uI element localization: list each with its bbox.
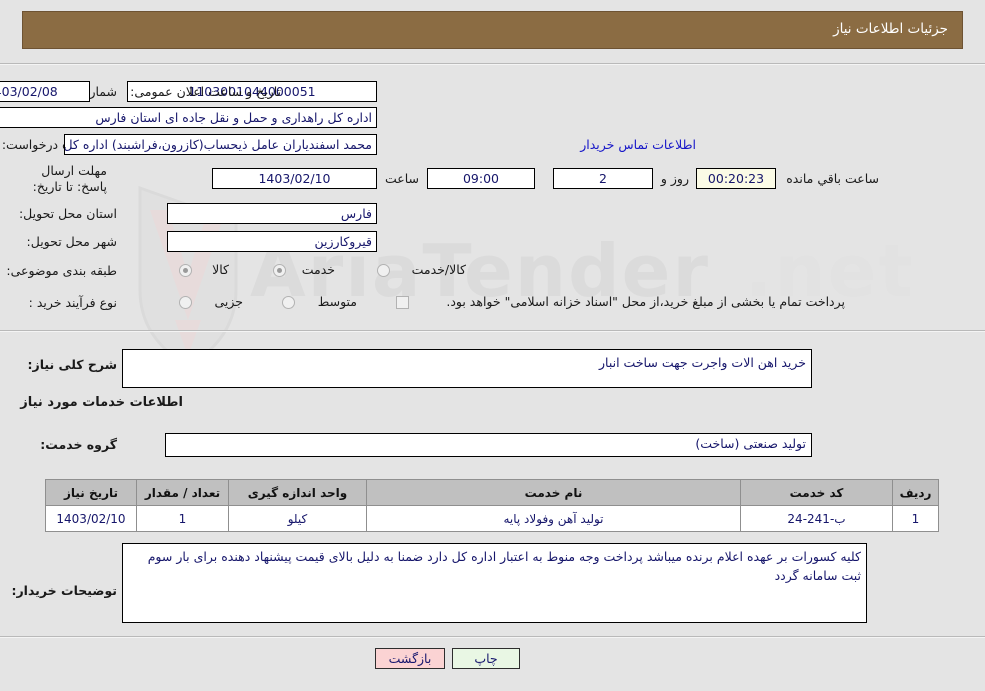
public-announce-label: تاریخ و ساعت اعلان عمومی: xyxy=(130,84,281,99)
services-section-title: اطلاعات خدمات مورد نیاز xyxy=(20,395,183,410)
table-header-row: ردیف کد خدمت نام خدمت واحد اندازه گیری ت… xyxy=(45,479,939,506)
deadline-label: مهلت ارسال پاسخ: تا تاریخ: xyxy=(32,163,107,194)
table-header-code: کد خدمت xyxy=(740,479,893,506)
print-button[interactable]: چاپ xyxy=(452,648,520,669)
category-label: طبقه بندی موضوعی: xyxy=(6,263,117,278)
table-header-name: نام خدمت xyxy=(366,479,741,506)
page-header-bar: جزئیات اطلاعات نیاز xyxy=(22,11,963,49)
radio-category-kala-label: کالا xyxy=(212,262,229,277)
overall-need-textarea[interactable]: خرید اهن الات واجرت جهت ساخت انبار xyxy=(122,349,812,388)
cell-need-date: 1403/02/10 xyxy=(45,505,137,532)
radio-category-khedmat-label: خدمت xyxy=(301,262,335,277)
page-root: AriaTender .net جزئیات اطلاعات نیاز شمار… xyxy=(0,0,985,691)
table-row: 1 ب-241-24 تولید آهن وفولاد پایه کیلو 1 … xyxy=(45,505,939,532)
divider-middle xyxy=(0,330,985,332)
radio-category-kala[interactable] xyxy=(179,264,192,277)
process-label: نوع فرآیند خرید : xyxy=(28,295,117,310)
table-header-unit: واحد اندازه گیری xyxy=(228,479,367,506)
creator-field[interactable]: محمد اسفندیاران عامل ذیحساب(کازرون،فراشب… xyxy=(64,134,377,155)
remaining-hours-label: ساعت باقي مانده xyxy=(786,171,879,186)
services-table: ردیف کد خدمت نام خدمت واحد اندازه گیری ت… xyxy=(45,479,939,532)
remaining-days-field[interactable]: 2 xyxy=(553,168,653,189)
cell-qty: 1 xyxy=(136,505,229,532)
public-announce-field[interactable]: 1403/02/08 - 08:28 xyxy=(0,81,90,102)
overall-need-label: شرح کلی نیاز: xyxy=(27,357,117,372)
radio-process-motevasset-label: متوسط xyxy=(317,294,357,309)
table-header-radif: ردیف xyxy=(892,479,939,506)
deadline-time-field[interactable]: 09:00 xyxy=(427,168,535,189)
buyer-notes-label: توضیحات خریدار: xyxy=(11,583,117,598)
cell-name: تولید آهن وفولاد پایه xyxy=(366,505,741,532)
cell-unit: کیلو xyxy=(228,505,367,532)
radio-category-khedmat[interactable] xyxy=(273,264,286,277)
deadline-date-field[interactable]: 1403/02/10 xyxy=(212,168,377,189)
countdown-field: 00:20:23 xyxy=(696,168,776,189)
radio-process-motevasset[interactable] xyxy=(282,296,295,309)
page-title: جزئیات اطلاعات نیاز xyxy=(833,21,948,37)
table-header-need-date: تاریخ نیاز xyxy=(45,479,137,506)
divider-bottom xyxy=(0,636,985,638)
buyer-contact-link[interactable]: اطلاعات تماس خریدار xyxy=(580,137,696,152)
checkbox-islamic-treasury-bonds-label: پرداخت تمام یا بخشی از مبلغ خرید،از محل … xyxy=(446,294,845,309)
days-unit-label: روز و xyxy=(660,171,689,186)
cell-radif: 1 xyxy=(892,505,939,532)
service-group-label: گروه خدمت: xyxy=(40,437,117,452)
divider-top xyxy=(0,63,985,65)
service-group-field[interactable]: تولید صنعتی (ساخت) xyxy=(165,433,812,457)
back-button[interactable]: بازگشت xyxy=(375,648,445,669)
province-label: استان محل تحویل: xyxy=(18,206,117,221)
radio-process-jozii[interactable] xyxy=(179,296,192,309)
buyer-notes-textarea[interactable]: کلیه کسورات بر عهده اعلام برنده میباشد پ… xyxy=(122,543,867,623)
radio-category-kala-khedmat-label: کالا/خدمت xyxy=(411,262,466,277)
city-field[interactable]: قیروکارزین xyxy=(167,231,377,252)
province-field[interactable]: فارس xyxy=(167,203,377,224)
radio-process-jozii-label: جزیی xyxy=(214,294,243,309)
radio-category-kala-khedmat[interactable] xyxy=(377,264,390,277)
city-label: شهر محل تحویل: xyxy=(26,234,117,249)
cell-code: ب-241-24 xyxy=(740,505,893,532)
checkbox-islamic-treasury-bonds[interactable] xyxy=(396,296,409,309)
deadline-time-label: ساعت xyxy=(384,171,419,186)
buyer-org-field[interactable]: اداره کل راهداری و حمل و نقل جاده ای است… xyxy=(0,107,377,128)
table-header-qty: تعداد / مقدار xyxy=(136,479,229,506)
